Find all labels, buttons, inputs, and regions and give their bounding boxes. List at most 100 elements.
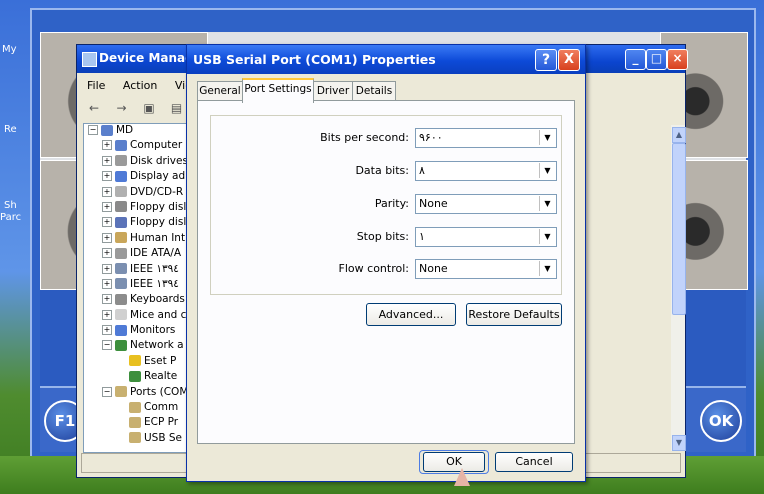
parity-value: None <box>419 197 448 210</box>
tree-item-label: Floppy disl <box>130 216 187 229</box>
flow-control-label: Flow control: <box>338 262 409 275</box>
scroll-down-icon[interactable]: ▼ <box>672 435 686 451</box>
tab-general[interactable]: General <box>197 81 243 100</box>
tree-item-label: Realte <box>144 370 178 383</box>
parity-row: Parity: None ▼ <box>211 194 561 214</box>
chevron-down-icon[interactable]: ▼ <box>539 196 555 211</box>
expand-icon[interactable]: + <box>102 171 112 182</box>
mouse-cursor-icon <box>454 468 470 486</box>
collapse-icon[interactable]: − <box>102 340 112 351</box>
expand-icon[interactable]: + <box>102 263 112 274</box>
tree-item-label: Monitors <box>130 324 176 337</box>
forward-arrow-icon[interactable]: → <box>113 99 131 117</box>
bits-per-second-label: Bits per second: <box>320 131 409 144</box>
tree-item[interactable]: + Computer <box>84 139 202 154</box>
expand-icon[interactable]: + <box>102 217 112 228</box>
expand-icon[interactable]: + <box>102 278 112 289</box>
tree-item[interactable]: Eset P <box>84 355 202 370</box>
network-icon <box>115 339 127 351</box>
expand-icon[interactable]: + <box>102 201 112 212</box>
cdrom-icon <box>115 186 127 198</box>
tree-item[interactable]: + Floppy disl <box>84 201 202 216</box>
tree-item-label: Disk drives <box>130 154 188 167</box>
chevron-down-icon[interactable]: ▼ <box>539 261 555 276</box>
tree-item[interactable]: Comm <box>84 401 202 416</box>
tree-item[interactable]: − Ports (COM <box>84 386 202 401</box>
collapse-icon[interactable]: − <box>88 125 98 135</box>
parity-select[interactable]: None ▼ <box>415 194 557 214</box>
dialog-titlebar[interactable]: USB Serial Port (COM1) Properties ? X <box>187 45 585 74</box>
data-bits-select[interactable]: ٨ ▼ <box>415 161 557 181</box>
stop-bits-value: ١ <box>419 230 425 243</box>
tree-item[interactable]: ECP Pr <box>84 416 202 431</box>
chevron-down-icon[interactable]: ▼ <box>539 229 555 244</box>
ok-round-button[interactable]: OK <box>700 400 742 442</box>
tab-driver[interactable]: Driver <box>313 81 353 100</box>
scroll-thumb[interactable] <box>672 143 686 315</box>
tree-item[interactable]: + Disk drives <box>84 155 202 170</box>
tree-item[interactable]: + Display ad <box>84 170 202 185</box>
tree-item-label: Comm <box>144 401 179 414</box>
tree-item[interactable]: − Network a <box>84 339 202 354</box>
tree-item[interactable]: − MD <box>84 124 202 139</box>
tree-item[interactable]: + DVD/CD-R <box>84 186 202 201</box>
restore-defaults-button[interactable]: Restore Defaults <box>466 303 562 326</box>
monitor-icon <box>115 324 127 336</box>
tree-item[interactable]: + Human Int <box>84 232 202 247</box>
network-card-icon <box>129 370 141 382</box>
expand-icon[interactable]: + <box>102 294 112 305</box>
flow-control-row: Flow control: None ▼ <box>211 259 561 279</box>
tree-item[interactable]: + IEEE ١٣٩٤ <box>84 263 202 278</box>
scroll-up-icon[interactable]: ▲ <box>672 127 686 143</box>
hid-icon <box>115 232 127 244</box>
tree-item[interactable]: USB Se <box>84 432 202 447</box>
desktop-label: Re <box>4 124 17 135</box>
close-button[interactable]: × <box>667 49 688 70</box>
properties-icon[interactable]: ▤ <box>168 99 186 117</box>
back-arrow-icon[interactable]: ← <box>85 99 103 117</box>
help-icon[interactable]: ? <box>535 49 557 71</box>
flow-control-select[interactable]: None ▼ <box>415 259 557 279</box>
tree-item-label: Keyboards <box>130 293 185 306</box>
bits-per-second-value: ٩۶٠٠ <box>419 131 443 144</box>
menu-file[interactable]: File <box>87 79 105 92</box>
chevron-down-icon[interactable]: ▼ <box>539 130 555 145</box>
menu-action[interactable]: Action <box>123 79 157 92</box>
chevron-down-icon[interactable]: ▼ <box>539 163 555 178</box>
settings-group: Bits per second: ٩۶٠٠ ▼ Data bits: ٨ ▼ P… <box>210 115 562 295</box>
ide-icon <box>115 247 127 259</box>
cancel-button[interactable]: Cancel <box>495 452 573 472</box>
tab-details[interactable]: Details <box>352 81 396 100</box>
tree-item[interactable]: + IEEE ١٣٩٤ <box>84 278 202 293</box>
maximize-button[interactable]: □ <box>646 49 667 70</box>
mouse-icon <box>115 309 127 321</box>
tree-item[interactable]: + Mice and c <box>84 309 202 324</box>
expand-icon[interactable]: + <box>102 232 112 243</box>
computer-icon <box>101 124 113 136</box>
tree-item[interactable]: + Monitors <box>84 324 202 339</box>
expand-icon[interactable]: + <box>102 140 112 151</box>
floppy-icon <box>115 216 127 228</box>
stop-bits-label: Stop bits: <box>356 230 409 243</box>
close-icon[interactable]: X <box>558 49 580 71</box>
collapse-icon[interactable]: − <box>102 386 112 397</box>
tree-item[interactable]: + Keyboards <box>84 293 202 308</box>
expand-icon[interactable]: + <box>102 155 112 166</box>
expand-icon[interactable]: + <box>102 325 112 336</box>
minimize-button[interactable]: _ <box>625 49 646 70</box>
expand-icon[interactable]: + <box>102 186 112 197</box>
tree-scrollbar[interactable]: ▲ ▼ <box>671 125 686 451</box>
show-hide-tree-icon[interactable]: ▣ <box>140 99 158 117</box>
stop-bits-select[interactable]: ١ ▼ <box>415 227 557 247</box>
tree-item-label: IEEE ١٣٩٤ <box>130 262 179 275</box>
tree-item[interactable]: + IDE ATA/A <box>84 247 202 262</box>
advanced-button[interactable]: Advanced... <box>366 303 456 326</box>
tree-item[interactable]: + Floppy disl <box>84 216 202 231</box>
bits-per-second-select[interactable]: ٩۶٠٠ ▼ <box>415 128 557 148</box>
tree-item[interactable]: Realte <box>84 370 202 385</box>
expand-icon[interactable]: + <box>102 248 112 259</box>
tree-item-label: Ports (COM <box>130 385 189 398</box>
expand-icon[interactable]: + <box>102 309 112 320</box>
tab-port-settings[interactable]: Port Settings <box>242 78 314 103</box>
port-settings-panel: Bits per second: ٩۶٠٠ ▼ Data bits: ٨ ▼ P… <box>197 100 575 444</box>
